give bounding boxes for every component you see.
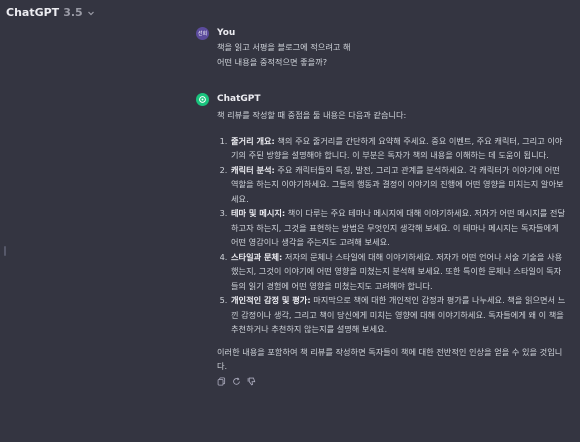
answer-intro: 책 리뷰를 작성할 때 중점을 둘 내용은 다음과 같습니다: [217,110,407,120]
user-author-name: You [217,28,236,38]
user-message-header: 선희 You [196,26,568,40]
answer-list-item: 개인적인 감정 및 평가: 마지막으로 책에 대한 개인적인 감정과 평가를 나… [230,293,568,337]
answer-list-item: 줄거리 개요: 책의 주요 줄거리를 간단하게 요약해 주세요. 중요 이벤트,… [230,134,568,163]
top-bar: ChatGPT 3.5 [0,0,580,28]
model-version: 3.5 [63,6,83,19]
assistant-message-header: ChatGPT [196,92,568,106]
user-message-line: 책을 읽고 서평을 블로그에 적으려고 해 [217,42,351,52]
answer-closing: 이러한 내용을 포함하여 책 리뷰를 작성하면 독자들이 책에 대한 전반적인 … [217,346,563,372]
answer-item-text: 주요 캐릭터들의 특징, 발전, 그리고 관계를 분석하세요. 각 캐릭터가 이… [231,164,564,204]
user-avatar: 선희 [196,26,209,40]
answer-item-title: 스타일과 문체: [231,251,283,262]
user-message-body: 책을 읽고 서평을 블로그에 적으려고 해 어떤 내용을 중적적으면 좋을까? [217,40,568,69]
chevron-down-icon [87,11,94,15]
assistant-message: ChatGPT 책 리뷰를 작성할 때 중점을 둘 내용은 다음과 같습니다: … [196,92,568,386]
answer-item-title: 줄거리 개요: [231,135,275,146]
answer-list-item: 테마 및 메시지: 책이 다루는 주요 테마나 메시지에 대해 이야기하세요. … [230,206,568,250]
assistant-message-body: 책 리뷰를 작성할 때 중점을 둘 내용은 다음과 같습니다: 줄거리 개요: … [217,108,568,374]
answer-item-title: 개인적인 감정 및 평가: [231,295,311,305]
model-name: ChatGPT [6,6,60,19]
answer-item-text: 책의 주요 줄거리를 간단하게 요약해 주세요. 중요 이벤트, 주요 캐릭터,… [231,135,563,161]
sidebar-toggle-handle[interactable] [4,246,6,256]
assistant-author-name: ChatGPT [217,94,261,104]
answer-list: 줄거리 개요: 책의 주요 줄거리를 간단하게 요약해 주세요. 중요 이벤트,… [217,134,568,337]
regenerate-icon[interactable] [232,377,241,386]
answer-list-item: 스타일과 문체: 저자의 문체나 스타일에 대해 이야기하세요. 저자가 어떤 … [230,250,568,294]
user-message: 선희 You 책을 읽고 서평을 블로그에 적으려고 해 어떤 내용을 중적적으… [196,26,568,69]
answer-list-item: 캐릭터 분석: 주요 캐릭터들의 특징, 발전, 그리고 관계를 분석하세요. … [230,163,568,207]
answer-item-title: 테마 및 메시지: [231,208,286,218]
copy-icon[interactable] [217,376,226,386]
thumbs-down-icon[interactable] [247,377,256,386]
openai-logo-icon [196,92,209,106]
model-selector[interactable]: ChatGPT 3.5 [6,6,95,19]
answer-item-title: 캐릭터 분석: [231,164,275,175]
user-message-line: 어떤 내용을 중적적으면 좋을까? [217,56,328,67]
message-actions [217,376,568,386]
